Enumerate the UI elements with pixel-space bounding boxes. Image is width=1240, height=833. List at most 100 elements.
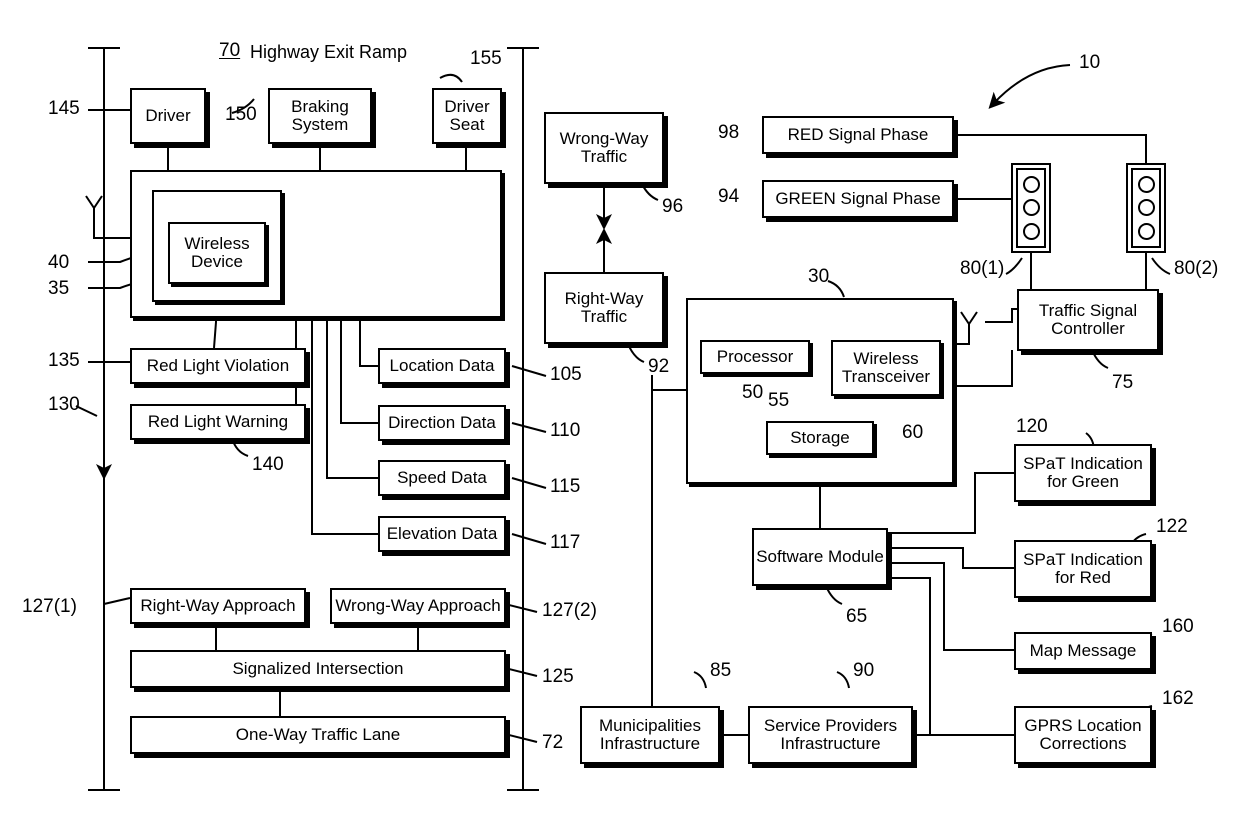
traffic-signal-controller-box: Traffic Signal Controller [1017, 289, 1159, 351]
wireless-transceiver-label: Wireless Transceiver [841, 348, 931, 386]
ref-94: 94 [718, 186, 740, 207]
spat-indication-green-box: SPaT Indication for Green [1014, 444, 1152, 502]
right-way-traffic-label: Right-Way Traffic [564, 288, 644, 326]
red-signal-phase-label: RED Signal Phase [787, 124, 929, 144]
storage-label: Storage [790, 427, 850, 447]
ref-150: 150 [225, 104, 257, 125]
red-light-violation-box: Red Light Violation [130, 348, 306, 384]
signal-lamp-middle [1137, 199, 1155, 217]
ref-85: 85 [710, 660, 732, 681]
green-signal-phase-label: GREEN Signal Phase [775, 188, 941, 208]
ref-98: 98 [718, 122, 740, 143]
ref-80-1: 80(1) [960, 258, 1005, 279]
processor-box: Processor [700, 340, 810, 374]
patent-figure: 70 Highway Exit Ramp 10 145 Driver 150 B… [0, 0, 1240, 833]
ref-75: 75 [1112, 372, 1134, 393]
signalized-intersection-box: Signalized Intersection [130, 650, 506, 688]
speed-data-label: Speed Data [397, 467, 487, 487]
ref-120: 120 [1016, 416, 1048, 437]
wrong-way-approach-box: Wrong-Way Approach [330, 588, 506, 624]
elevation-data-box: Elevation Data [378, 516, 506, 552]
green-signal-phase-box: GREEN Signal Phase [762, 180, 954, 218]
scene-ref-70: 70 [219, 40, 241, 61]
ref-130: 130 [48, 394, 80, 415]
spat-indication-green-label: SPaT Indication for Green [1023, 453, 1143, 491]
gprs-location-corrections-label: GPRS Location Corrections [1024, 715, 1142, 753]
direction-data-box: Direction Data [378, 405, 506, 441]
wireless-device-label: Wireless Device [184, 233, 250, 271]
wireless-device-box: Wireless Device [168, 222, 266, 284]
gprs-location-corrections-box: GPRS Location Corrections [1014, 706, 1152, 764]
red-light-warning-label: Red Light Warning [147, 411, 289, 431]
braking-system-box: Braking System [268, 88, 372, 144]
spat-indication-red-box: SPaT Indication for Red [1014, 540, 1152, 598]
ref-30: 30 [808, 266, 830, 287]
ref-105: 105 [550, 364, 582, 385]
signal-lamp-middle [1022, 199, 1040, 217]
service-providers-infrastructure-label: Service Providers Infrastructure [763, 715, 898, 753]
driver-seat-label: Driver Seat [444, 96, 490, 134]
ref-117: 117 [550, 532, 581, 553]
location-data-label: Location Data [389, 355, 495, 375]
wrong-way-traffic-label: Wrong-Way Traffic [559, 128, 649, 166]
municipalities-infrastructure-label: Municipalities Infrastructure [598, 715, 702, 753]
ref-127-2: 127(2) [542, 600, 597, 621]
braking-system-label: Braking System [291, 96, 349, 134]
right-way-approach-box: Right-Way Approach [130, 588, 306, 624]
scene-label: Highway Exit Ramp [250, 42, 408, 62]
ref-40: 40 [48, 252, 70, 273]
ref-90: 90 [853, 660, 875, 681]
processor-label: Processor [716, 346, 794, 366]
ref-155: 155 [470, 48, 502, 69]
storage-box: Storage [766, 421, 874, 455]
ref-50: 50 [742, 382, 764, 403]
map-message-box: Map Message [1014, 632, 1152, 670]
ref-92: 92 [648, 356, 670, 377]
ref-145: 145 [48, 98, 80, 119]
signal-lamp-bottom [1022, 222, 1040, 240]
right-way-approach-label: Right-Way Approach [140, 595, 296, 615]
map-message-label: Map Message [1029, 640, 1137, 660]
signal-lamp-bottom [1137, 222, 1155, 240]
ref-122: 122 [1156, 516, 1188, 537]
ref-115: 115 [550, 476, 581, 497]
red-light-warning-box: Red Light Warning [130, 404, 306, 440]
ref-65: 65 [846, 606, 868, 627]
direction-data-label: Direction Data [388, 412, 496, 432]
wrong-way-traffic-box: Wrong-Way Traffic [544, 112, 664, 184]
software-module-label: Software Module [756, 546, 884, 566]
ref-127-1: 127(1) [22, 596, 77, 617]
ref-135: 135 [48, 350, 80, 371]
driver-box: Driver [130, 88, 206, 144]
driver-seat-box: Driver Seat [432, 88, 502, 144]
speed-data-box: Speed Data [378, 460, 506, 496]
signalized-intersection-label: Signalized Intersection [232, 658, 404, 678]
ref-80-2: 80(2) [1174, 258, 1219, 279]
wrong-way-approach-label: Wrong-Way Approach [335, 595, 501, 615]
traffic-signal-controller-label: Traffic Signal Controller [1038, 300, 1138, 338]
software-module-box: Software Module [752, 528, 888, 586]
ref-110: 110 [550, 420, 581, 441]
wireless-transceiver-box: Wireless Transceiver [831, 340, 941, 396]
spat-indication-red-label: SPaT Indication for Red [1023, 549, 1143, 587]
service-providers-infrastructure-box: Service Providers Infrastructure [748, 706, 913, 764]
ref-125: 125 [542, 666, 574, 687]
driver-label: Driver [145, 105, 191, 125]
red-light-violation-label: Red Light Violation [146, 355, 290, 375]
right-way-traffic-box: Right-Way Traffic [544, 272, 664, 344]
signal-lamp-top [1137, 176, 1155, 194]
ref-55: 55 [768, 390, 790, 411]
signal-lamp-top [1022, 176, 1040, 194]
one-way-traffic-lane-box: One-Way Traffic Lane [130, 716, 506, 754]
one-way-traffic-lane-label: One-Way Traffic Lane [235, 724, 401, 744]
ref-140: 140 [252, 454, 284, 475]
location-data-box: Location Data [378, 348, 506, 384]
ref-160: 160 [1162, 616, 1194, 637]
elevation-data-label: Elevation Data [386, 523, 498, 543]
ref-96: 96 [662, 196, 684, 217]
ref-60: 60 [902, 422, 924, 443]
ref-72: 72 [542, 732, 564, 753]
traffic-signal-head-1 [1011, 163, 1051, 253]
red-signal-phase-box: RED Signal Phase [762, 116, 954, 154]
ref-162: 162 [1162, 688, 1194, 709]
